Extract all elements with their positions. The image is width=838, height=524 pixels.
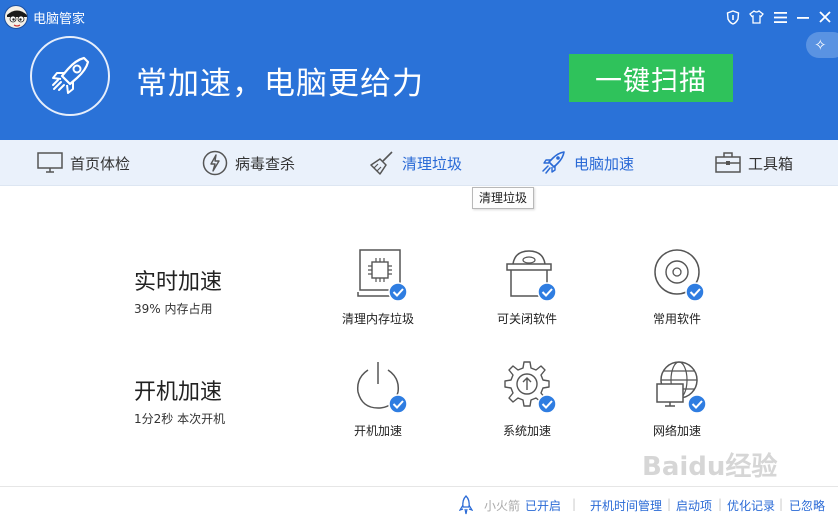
sparkle-icon[interactable]: ✧ — [806, 32, 838, 58]
feature-label: 系统加速 — [502, 424, 551, 438]
nav-item-cleanup[interactable]: 清理垃圾 — [368, 140, 462, 186]
title-bar: 电脑管家 — [0, 0, 838, 36]
nav-label: 电脑加速 — [574, 154, 635, 173]
nav-tooltip: 清理垃圾 — [472, 187, 535, 209]
closable-software-button[interactable]: 可关闭软件 — [467, 248, 587, 327]
main-nav: 首页体检 病毒查杀 清理垃圾 电脑加速 工具箱 — [0, 140, 838, 186]
monitor-icon — [36, 149, 64, 177]
boot-speedup-button[interactable]: 开机加速 — [318, 360, 438, 439]
memory-usage-text: 39% 内存占用 — [134, 302, 213, 316]
nav-label: 工具箱 — [748, 154, 794, 173]
small-rocket-status[interactable]: 已开启 — [525, 497, 561, 514]
app-logo — [4, 5, 28, 29]
broom-icon — [368, 149, 396, 177]
optimize-log-link[interactable]: 优化记录 — [727, 497, 775, 514]
divider: | — [779, 497, 784, 511]
divider: | — [718, 497, 723, 511]
one-click-scan-button[interactable]: 一键扫描 — [569, 54, 733, 102]
shirt-icon[interactable] — [747, 8, 765, 26]
startup-items-link[interactable]: 启动项 — [676, 497, 712, 514]
network-globe-icon — [656, 361, 707, 414]
lightning-icon — [201, 149, 229, 177]
nav-item-toolbox[interactable]: 工具箱 — [714, 140, 793, 186]
nav-item-speedup[interactable]: 电脑加速 — [540, 140, 634, 186]
nav-label: 病毒查杀 — [235, 154, 296, 173]
nav-label: 首页体检 — [70, 154, 131, 173]
ignored-link[interactable]: 已忽略 — [789, 497, 825, 514]
clean-memory-button[interactable]: 清理内存垃圾 — [318, 248, 438, 327]
box-disc-icon — [506, 250, 557, 302]
feature-label: 常用软件 — [652, 312, 701, 326]
rocket-icon — [52, 56, 90, 94]
boot-speedup-title: 开机加速 — [134, 380, 223, 405]
toolbox-icon — [714, 149, 742, 177]
nav-item-checkup[interactable]: 首页体检 — [36, 140, 130, 186]
menu-icon[interactable] — [771, 8, 789, 26]
shield-icon[interactable] — [724, 8, 742, 26]
minimize-icon[interactable] — [794, 8, 812, 26]
small-rocket-label: 小火箭 — [484, 499, 521, 513]
app-title: 电脑管家 — [33, 12, 86, 27]
network-speedup-button[interactable]: 网络加速 — [617, 360, 737, 439]
feature-label: 网络加速 — [652, 424, 701, 438]
header-banner: 电脑管家 ✧ 常加速，电脑更给力 一键扫描 — [0, 0, 838, 140]
small-rocket-icon — [458, 495, 474, 518]
power-icon — [356, 362, 408, 414]
divider: | — [572, 497, 577, 511]
footer-bar: 小火箭 已开启 | 开机时间管理 | 启动项 | 优化记录 | 已忽略 — [0, 486, 838, 524]
common-software-button[interactable]: 常用软件 — [617, 248, 737, 327]
boot-time-text: 1分2秒 本次开机 — [134, 412, 226, 426]
feature-label: 可关闭软件 — [496, 312, 557, 326]
header-slogan: 常加速，电脑更给力 — [136, 66, 424, 102]
realtime-speedup-title: 实时加速 — [134, 270, 223, 295]
boot-time-manage-link[interactable]: 开机时间管理 — [590, 497, 662, 514]
feature-label: 清理内存垃圾 — [341, 312, 414, 326]
nav-item-antivirus[interactable]: 病毒查杀 — [201, 140, 295, 186]
gear-icon — [504, 361, 557, 414]
nav-label: 清理垃圾 — [402, 154, 463, 173]
watermark-logo: Baidu经验 — [642, 452, 778, 482]
rocket-badge — [30, 36, 110, 116]
feature-label: 开机加速 — [353, 424, 402, 438]
close-icon[interactable] — [816, 8, 834, 26]
divider: | — [667, 497, 672, 511]
system-speedup-button[interactable]: 系统加速 — [467, 360, 587, 439]
disc-icon — [654, 249, 705, 302]
rocket-icon — [540, 149, 568, 177]
memory-chip-icon — [357, 249, 408, 302]
